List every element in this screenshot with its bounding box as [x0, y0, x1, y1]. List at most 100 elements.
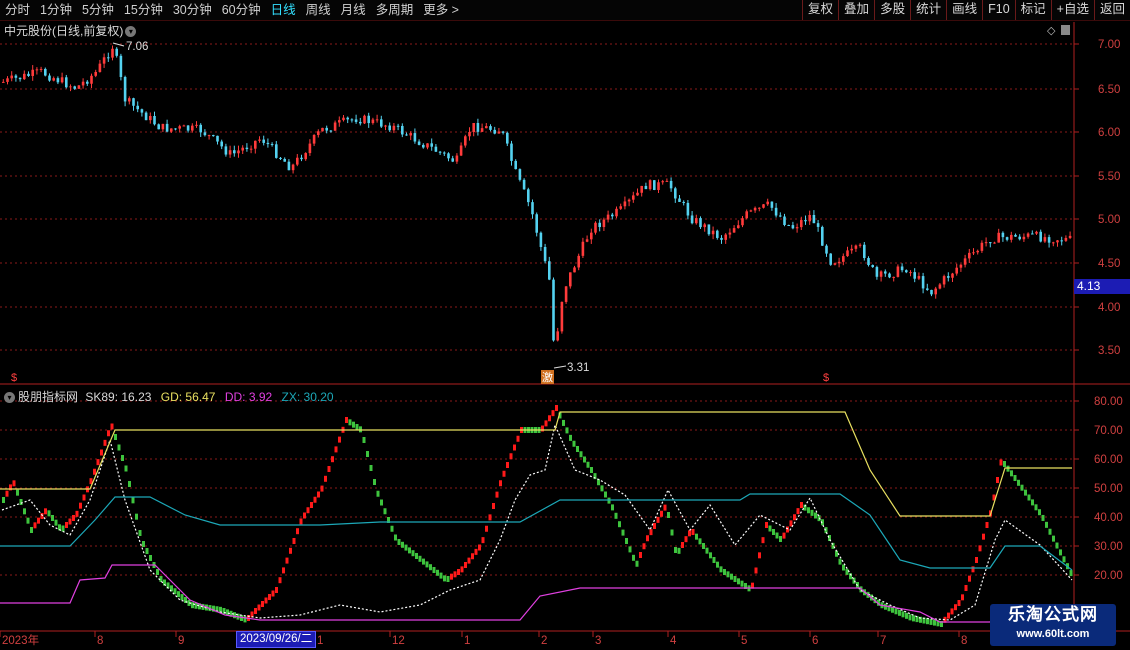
candle-body [648, 180, 652, 190]
diamond-icon: ◇ [1047, 25, 1056, 37]
candle-body [233, 150, 236, 154]
candle-body [23, 73, 26, 80]
sk-bar-down [411, 550, 415, 557]
sk-bar-up [551, 410, 555, 417]
candle-body [619, 206, 622, 209]
candle-body [140, 109, 144, 113]
candle-body [296, 157, 299, 165]
candle-body [573, 267, 576, 273]
candle-body [266, 142, 270, 145]
candle-body [489, 126, 492, 130]
sk-bar-down [131, 497, 135, 504]
candle-body [342, 117, 345, 121]
candle-body [984, 242, 988, 244]
sk-bar-down [359, 426, 362, 433]
sk-bar-up [950, 608, 954, 615]
sk-bar-down [362, 437, 366, 443]
sk-bar-down [180, 594, 184, 601]
candle-body [426, 143, 429, 148]
candle-body [1047, 237, 1051, 243]
sk-bar-down [355, 424, 359, 430]
candle-body [371, 119, 375, 124]
sk-bar-down [121, 455, 124, 461]
sk-bar-up [334, 446, 338, 453]
sk-bar-up [313, 496, 317, 503]
candle-body [363, 115, 366, 124]
candle-body [207, 135, 211, 137]
sk-bar-down [149, 555, 152, 561]
sk-bar-down [901, 611, 905, 618]
sk-bar-down [614, 512, 618, 519]
sk-bar-up [982, 533, 985, 540]
candle-body [905, 270, 908, 273]
sk-bar-up [257, 604, 261, 611]
candle-body [531, 202, 534, 215]
sk-bar-down [159, 576, 163, 582]
candle-body [258, 139, 261, 141]
sk-bar-down [838, 558, 842, 565]
candle-body [329, 130, 333, 132]
sk-bar-down [366, 451, 369, 457]
candle-body [31, 69, 34, 76]
sk-bar-up [971, 566, 975, 573]
candle-body [711, 230, 715, 235]
sk-bar-down [583, 456, 586, 463]
sk-bar-down [1010, 470, 1013, 477]
watermark-logo: 乐淘公式网 www.60lt.com [990, 604, 1116, 646]
sk-bar-down [712, 557, 716, 563]
candle-body [850, 248, 853, 251]
sk-bar-up [509, 453, 513, 460]
candle-body [333, 122, 337, 131]
candle-body [1018, 236, 1021, 240]
candle-body [997, 232, 1000, 243]
candle-body [661, 181, 664, 183]
candle-body [195, 124, 198, 126]
sk-bar-down [114, 434, 117, 440]
sk-bar-down [905, 612, 908, 619]
sk-bar-up [303, 512, 306, 519]
candle-body [674, 188, 677, 199]
sk-bar-down [432, 567, 436, 573]
price-tick-label: 6.00 [1098, 127, 1120, 139]
sk-bar-up [660, 510, 663, 517]
candle-body [808, 215, 811, 222]
candle-body [989, 242, 992, 244]
candle-body [81, 81, 85, 86]
low-pointer [553, 365, 567, 369]
sk-bar-down [425, 561, 429, 568]
candle-body [791, 225, 795, 229]
indicator-tick-label: 30.00 [1094, 541, 1123, 553]
sk-bar-down [667, 512, 670, 518]
candle-body [367, 115, 370, 124]
dd-line [0, 564, 1073, 623]
sk-bar-down [845, 568, 849, 575]
candle-body [812, 215, 816, 224]
candle-body [879, 271, 883, 277]
candle-body [459, 145, 463, 156]
candle-body [884, 271, 887, 274]
sk-bar-down [569, 434, 572, 441]
sk-bar-down [348, 419, 352, 426]
chevron-down-icon[interactable]: ▾ [125, 26, 137, 38]
sk-bar-down [576, 446, 579, 452]
sk-bar-up [492, 503, 495, 509]
sk-bar-up [264, 597, 268, 604]
sk-bar-up [495, 491, 499, 498]
high-pointer [112, 42, 125, 47]
candle-body [993, 242, 996, 244]
sk-bar-down [775, 532, 779, 539]
date-label: 1 [317, 635, 323, 647]
sk-bar-down [2, 497, 5, 503]
candle-body [560, 301, 564, 332]
watermark-title: 乐淘公式网 [1008, 605, 1098, 624]
sk-bar-down [677, 547, 681, 554]
sk-bar-down [54, 519, 58, 526]
sk-bar-up [299, 518, 303, 525]
candle-body [52, 78, 55, 81]
candle-body [665, 180, 669, 182]
sk-bar-down [1020, 484, 1024, 491]
chart-canvas[interactable]: 7.00 6.50 6.00 5.50 5.00 4.50 4.00 3.50 80.00 70.… [0, 0, 1130, 650]
watermark-url: www.60lt.com [1016, 628, 1090, 640]
chevron-down-icon[interactable]: ▾ [4, 392, 15, 404]
legend-dd: DD: 3.92 [224, 390, 273, 404]
